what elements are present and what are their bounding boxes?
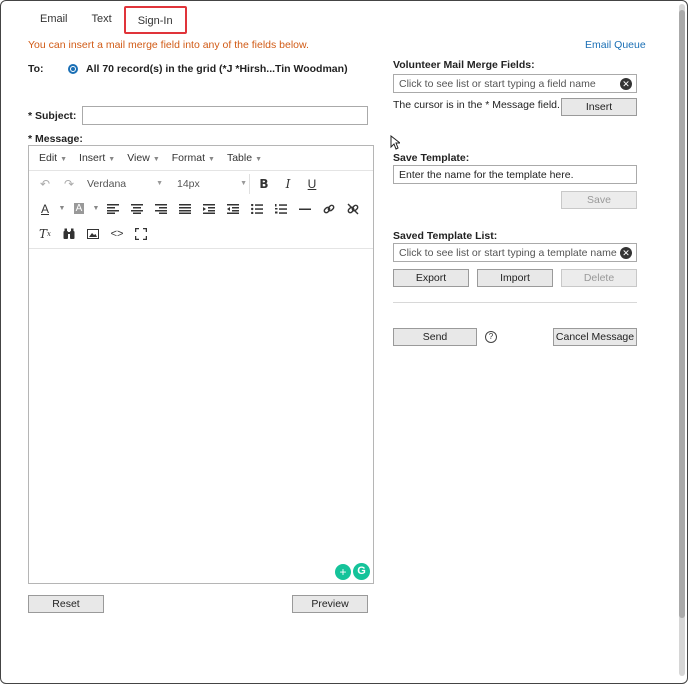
tab-text[interactable]: Text <box>80 6 124 34</box>
font-size-select[interactable]: 14px ▼ <box>163 174 247 194</box>
italic-icon[interactable]: I <box>276 174 300 194</box>
menu-view[interactable]: View ▼ <box>121 152 166 164</box>
font-family-value: Verdana <box>87 177 127 190</box>
send-button[interactable]: Send <box>393 328 477 346</box>
toolbar-row-3: Tx <> <box>29 221 373 246</box>
source-code-icon[interactable]: <> <box>105 224 129 244</box>
menu-table[interactable]: Table ▼ <box>221 152 268 164</box>
mouse-pointer-icon <box>390 135 400 150</box>
template-name-input[interactable]: Enter the name for the template here. <box>393 165 637 184</box>
export-button[interactable]: Export <box>393 269 469 287</box>
bullet-list-icon[interactable] <box>245 199 269 219</box>
align-left-icon[interactable] <box>101 199 125 219</box>
unlink-icon[interactable] <box>341 199 365 219</box>
text-color-icon[interactable]: A <box>33 199 57 219</box>
menu-format-label: Format <box>171 152 206 164</box>
clear-icon[interactable]: ✕ <box>620 247 632 259</box>
toolbar-divider <box>249 173 250 194</box>
tab-sign-in[interactable]: Sign-In <box>123 6 187 34</box>
indent-icon[interactable] <box>221 199 245 219</box>
menu-insert-label: Insert <box>79 152 106 164</box>
grammarly-suggestion-icon[interactable]: + <box>335 564 351 580</box>
menu-edit-label: Edit <box>39 152 58 164</box>
section-divider <box>393 302 637 303</box>
tab-bar: Email Text Sign-In <box>28 6 187 34</box>
subject-input[interactable] <box>82 106 368 125</box>
fullscreen-icon[interactable] <box>129 224 153 244</box>
to-label: To: <box>28 63 44 75</box>
menu-table-label: Table <box>226 152 253 164</box>
merge-fields-label: Volunteer Mail Merge Fields: <box>393 59 535 71</box>
cancel-message-button[interactable]: Cancel Message <box>553 328 637 346</box>
redo-icon[interactable]: ↷ <box>57 174 81 194</box>
email-queue-link[interactable]: Email Queue <box>585 39 646 51</box>
insert-button[interactable]: Insert <box>561 98 637 116</box>
menu-view-label: View <box>127 152 150 164</box>
tab-email[interactable]: Email <box>28 6 80 34</box>
chevron-down-icon: ▼ <box>152 156 160 163</box>
import-button[interactable]: Import <box>477 269 553 287</box>
chevron-down-icon: ▼ <box>156 180 163 187</box>
chevron-down-icon: ▼ <box>255 156 262 163</box>
vertical-scrollbar-thumb[interactable] <box>679 10 685 618</box>
save-template-button[interactable]: Save <box>561 191 637 209</box>
editor-menubar: Edit ▼ Insert ▼ View ▼ Format ▼ Table ▼ <box>29 146 373 171</box>
underline-icon[interactable]: U <box>300 174 324 194</box>
preview-button[interactable]: Preview <box>292 595 368 613</box>
help-icon[interactable]: ? <box>485 331 497 343</box>
outdent-icon[interactable] <box>197 199 221 219</box>
link-icon[interactable] <box>317 199 341 219</box>
undo-icon[interactable]: ↶ <box>33 174 57 194</box>
reset-button[interactable]: Reset <box>28 595 104 613</box>
bold-icon[interactable]: B <box>252 174 276 194</box>
subject-label: * Subject: <box>28 110 77 122</box>
to-all-records-label: All 70 record(s) in the grid (*J *Hirsh.… <box>86 63 348 75</box>
chevron-down-icon[interactable]: ▼ <box>57 199 67 219</box>
grammarly-icon[interactable]: G <box>353 563 370 580</box>
numbered-list-icon[interactable] <box>269 199 293 219</box>
to-all-records-radio[interactable] <box>68 64 78 74</box>
clear-icon[interactable]: ✕ <box>620 78 632 90</box>
delete-button[interactable]: Delete <box>561 269 637 287</box>
chevron-down-icon: ▼ <box>108 156 116 163</box>
save-template-label: Save Template: <box>393 152 470 164</box>
align-right-icon[interactable] <box>149 199 173 219</box>
merge-field-combobox[interactable]: Click to see list or start typing a fiel… <box>393 74 637 93</box>
saved-template-placeholder: Click to see list or start typing a temp… <box>399 247 617 259</box>
image-icon[interactable] <box>81 224 105 244</box>
menu-insert[interactable]: Insert ▼ <box>73 152 121 164</box>
font-family-select[interactable]: Verdana ▼ <box>81 174 163 194</box>
clear-formatting-icon[interactable]: Tx <box>33 224 57 244</box>
toolbar-row-1: ↶ ↷ Verdana ▼ 14px ▼ B I U <box>29 171 373 196</box>
saved-template-combobox[interactable]: Click to see list or start typing a temp… <box>393 243 637 262</box>
align-justify-icon[interactable] <box>173 199 197 219</box>
chevron-down-icon: ▼ <box>208 156 215 163</box>
merge-field-placeholder: Click to see list or start typing a fiel… <box>399 78 596 90</box>
menu-edit[interactable]: Edit ▼ <box>33 152 73 164</box>
message-body[interactable]: + G <box>29 248 373 583</box>
chevron-down-icon: ▼ <box>240 180 247 187</box>
font-size-value: 14px <box>177 177 200 190</box>
saved-template-list-label: Saved Template List: <box>393 230 498 242</box>
align-center-icon[interactable] <box>125 199 149 219</box>
cursor-location-note: The cursor is in the * Message field. <box>393 99 560 111</box>
toolbar-row-2: A ▼ A ▼ <box>29 196 373 221</box>
find-replace-icon[interactable] <box>57 224 81 244</box>
message-label: * Message: <box>28 133 83 145</box>
background-color-icon[interactable]: A <box>67 199 91 219</box>
chevron-down-icon[interactable]: ▼ <box>91 199 101 219</box>
horizontal-line-icon[interactable] <box>293 199 317 219</box>
message-editor: Edit ▼ Insert ▼ View ▼ Format ▼ Table ▼ ↶ ↷ V… <box>28 145 374 584</box>
chevron-down-icon: ▼ <box>60 156 68 163</box>
menu-format[interactable]: Format ▼ <box>166 152 221 164</box>
merge-hint-text: You can insert a mail merge field into a… <box>28 39 309 51</box>
